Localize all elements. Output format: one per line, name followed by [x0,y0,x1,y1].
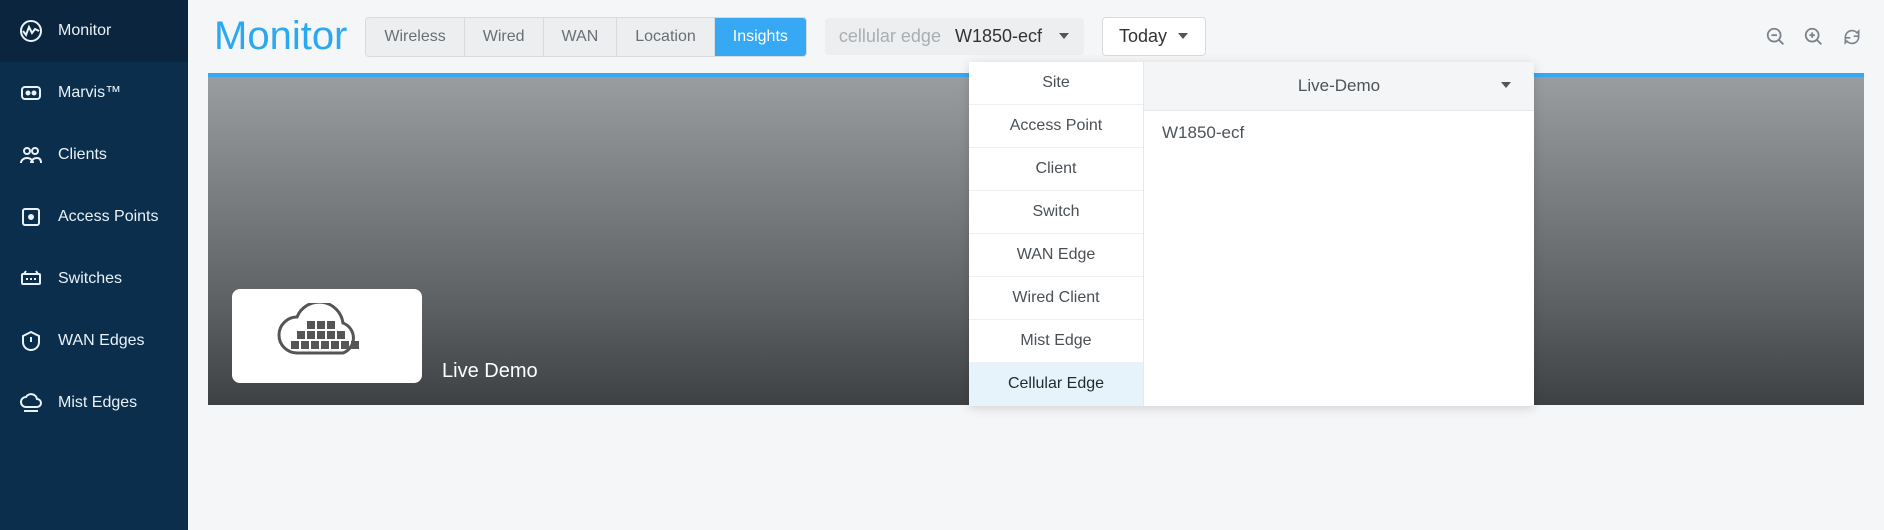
sidebar-item-label: Access Points [58,208,158,226]
zoom-out-button[interactable] [1764,25,1788,49]
sidebar-item-access-points[interactable]: Access Points [0,186,188,248]
caret-down-icon [1500,76,1512,96]
monitor-icon [18,18,44,44]
tab-wired[interactable]: Wired [465,18,544,56]
dd-type-mist-edge[interactable]: Mist Edge [969,320,1143,363]
time-selector[interactable]: Today [1102,17,1206,56]
dd-type-access-point[interactable]: Access Point [969,105,1143,148]
sidebar-item-mist-edges[interactable]: Mist Edges [0,372,188,434]
entity-dropdown: Site Access Point Client Switch WAN Edge… [969,62,1534,406]
dd-type-site[interactable]: Site [969,62,1143,105]
marvis-icon [18,80,44,106]
entity-type-list: Site Access Point Client Switch WAN Edge… [969,62,1144,406]
tab-location[interactable]: Location [617,18,715,56]
entity-value: W1850-ecf [955,26,1042,47]
wan-edges-icon [18,328,44,354]
site-picker-label: Live-Demo [1298,76,1380,96]
entity-selector[interactable]: cellular edge W1850-ecf [825,18,1084,55]
sidebar-item-label: Monitor [58,22,111,40]
sidebar-item-label: WAN Edges [58,332,145,350]
entity-list-item[interactable]: W1850-ecf [1144,111,1534,155]
sidebar-item-label: Mist Edges [58,394,137,412]
mist-cloud-icon [267,303,387,370]
zoom-in-button[interactable] [1802,25,1826,49]
dd-type-wired-client[interactable]: Wired Client [969,277,1143,320]
site-picker[interactable]: Live-Demo [1144,62,1534,111]
site-banner-label: Live Demo [442,360,538,383]
sidebar-item-label: Switches [58,270,122,288]
entity-item-list: Live-Demo W1850-ecf [1144,62,1534,406]
tab-wireless[interactable]: Wireless [366,18,464,56]
refresh-button[interactable] [1840,25,1864,49]
sidebar-item-monitor[interactable]: Monitor [0,0,188,62]
sidebar-item-marvis[interactable]: Marvis™ [0,62,188,124]
sidebar-item-label: Clients [58,146,107,164]
entity-type-label: cellular edge [839,26,941,47]
main-area: Monitor Wireless Wired WAN Location Insi… [188,0,1884,530]
page-title: Monitor [214,14,347,59]
clients-icon [18,142,44,168]
time-label: Today [1119,26,1167,47]
caret-down-icon [1058,26,1070,47]
access-points-icon [18,204,44,230]
dd-type-wan-edge[interactable]: WAN Edge [969,234,1143,277]
dd-type-switch[interactable]: Switch [969,191,1143,234]
monitor-tabs: Wireless Wired WAN Location Insights [365,17,807,57]
dd-type-cellular-edge[interactable]: Cellular Edge [969,363,1143,406]
sidebar-item-label: Marvis™ [58,84,121,102]
switches-icon [18,266,44,292]
sidebar-item-clients[interactable]: Clients [0,124,188,186]
toolbar-right [1764,25,1864,49]
tab-wan[interactable]: WAN [544,18,618,56]
tab-insights[interactable]: Insights [715,18,806,56]
caret-down-icon [1177,26,1189,47]
sidebar-item-switches[interactable]: Switches [0,248,188,310]
sidebar-item-wan-edges[interactable]: WAN Edges [0,310,188,372]
sidebar: Monitor Marvis™ Clients Access Points Sw… [0,0,188,530]
site-logo-card [232,289,422,383]
dd-type-client[interactable]: Client [969,148,1143,191]
mist-edges-icon [18,390,44,416]
